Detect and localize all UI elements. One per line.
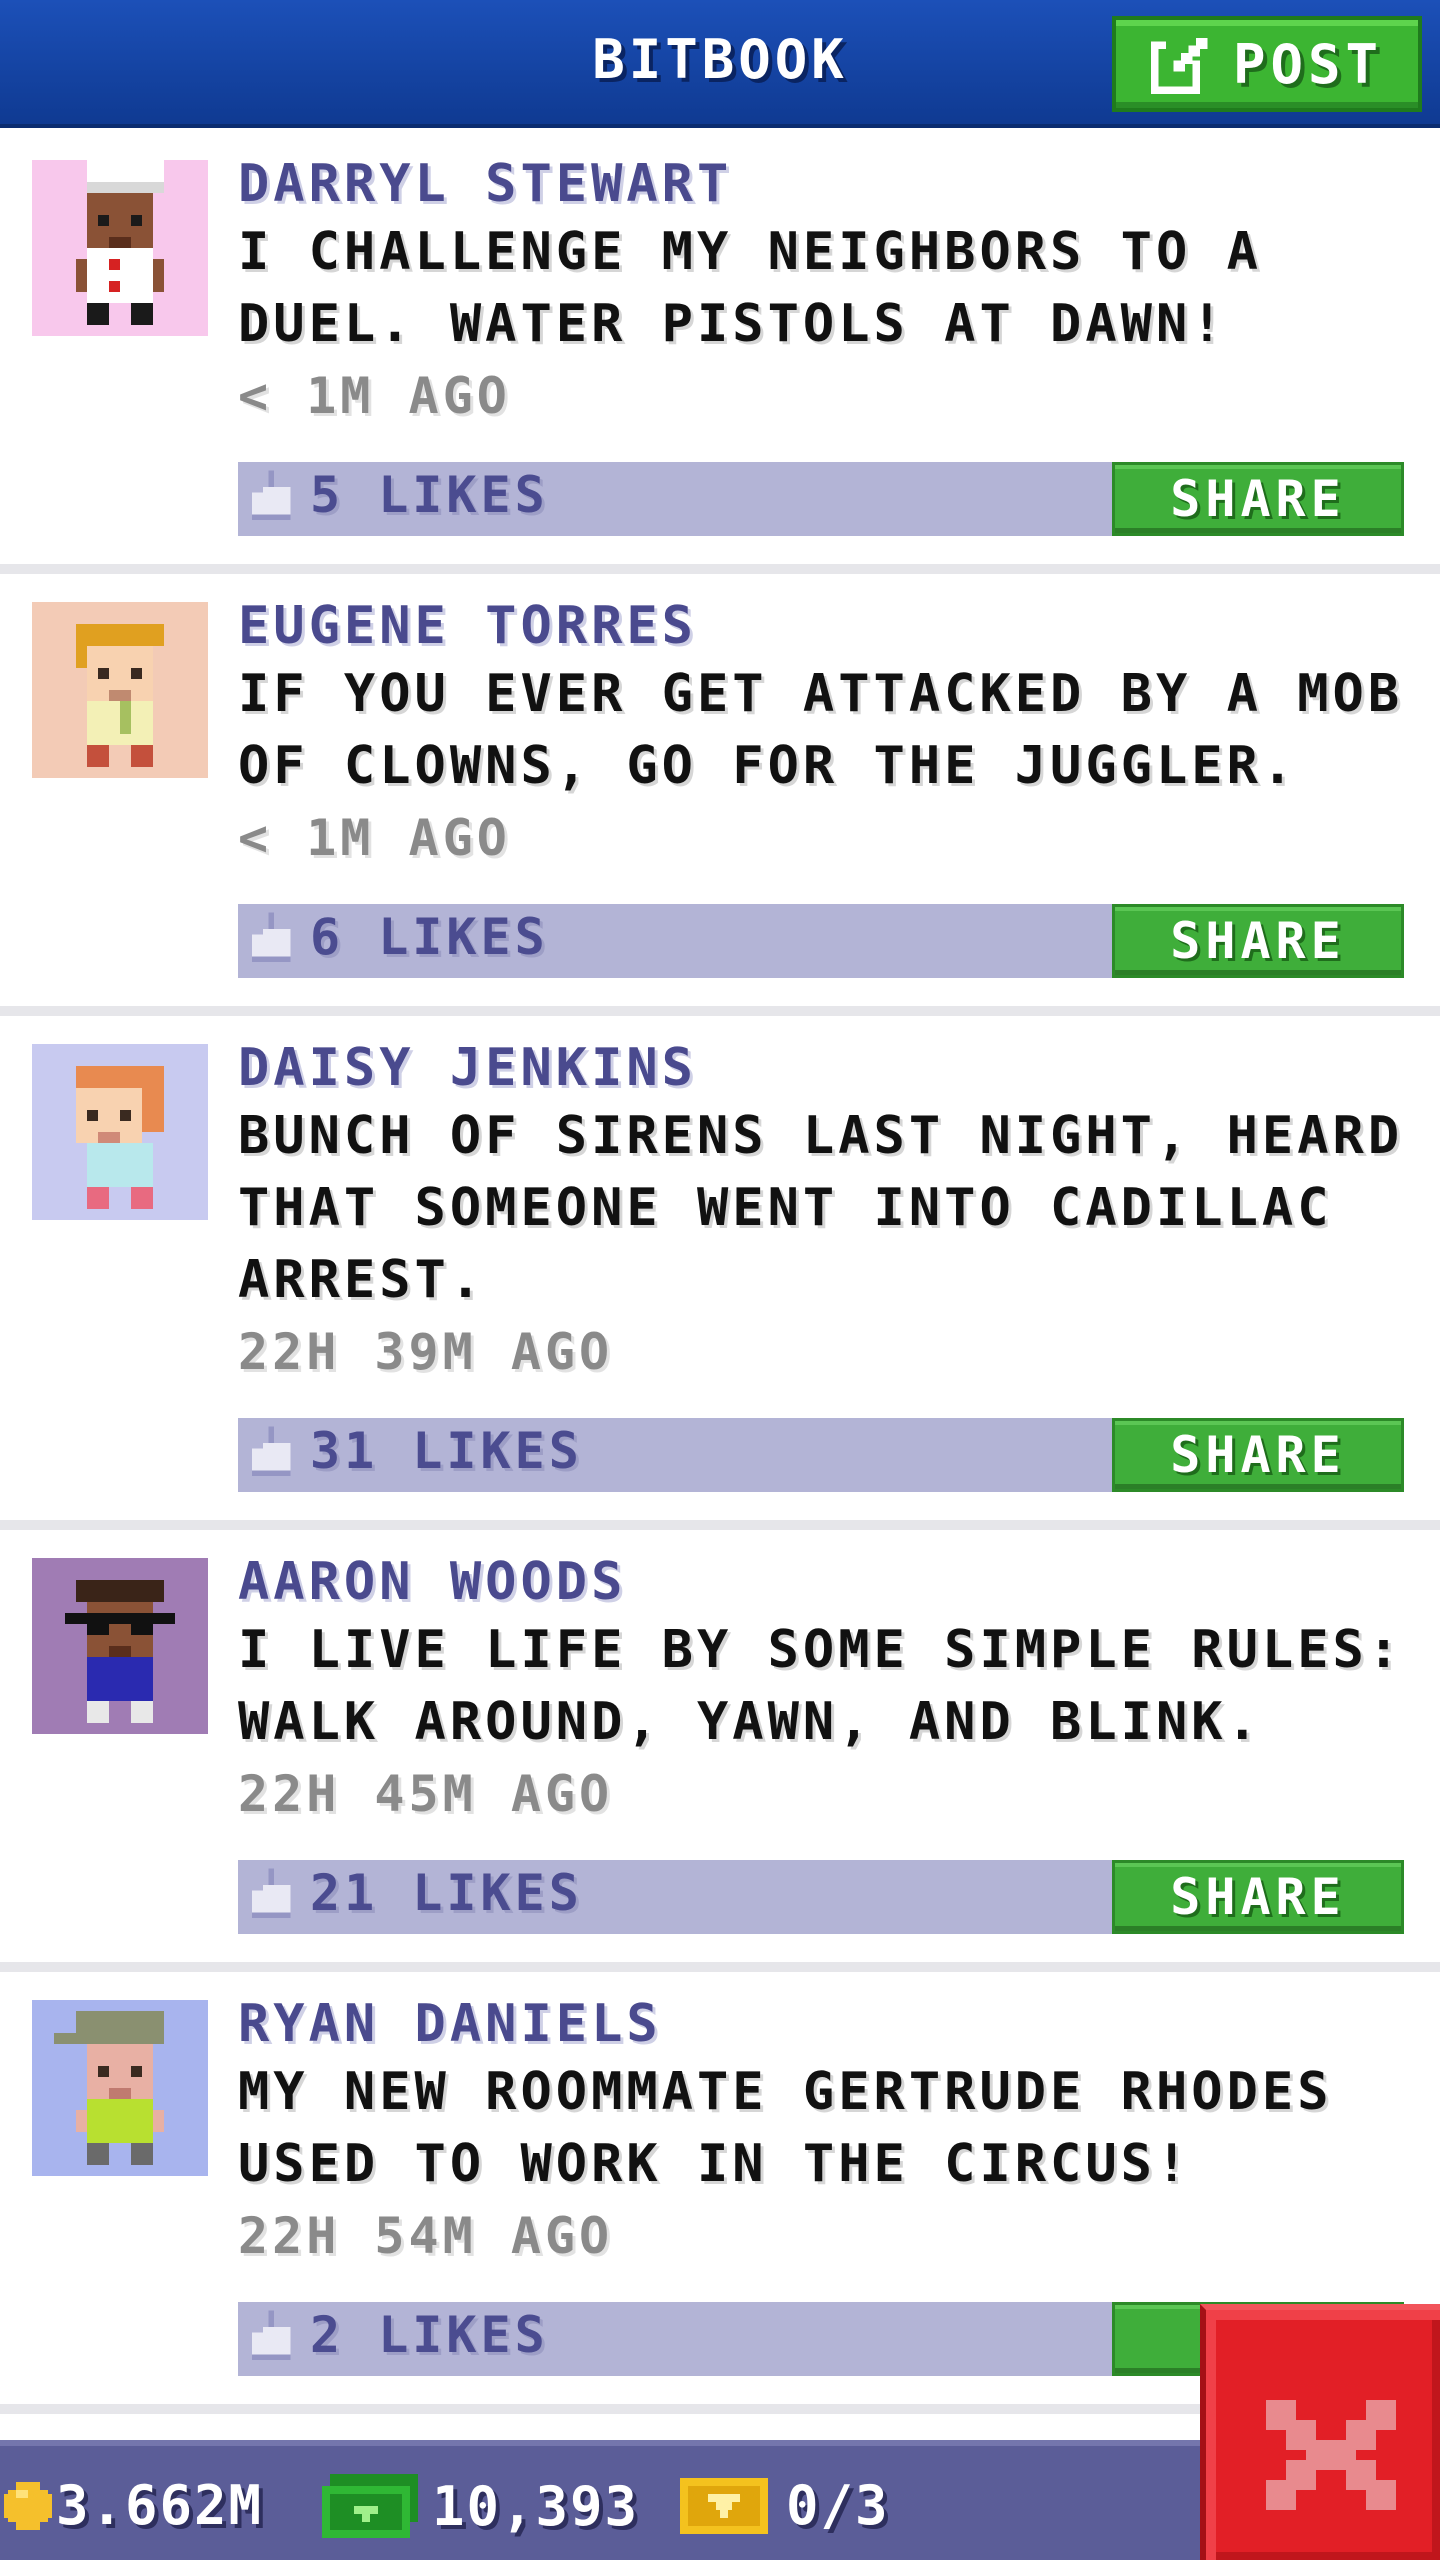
thumbs-up-icon xyxy=(252,1868,291,1918)
post-action-bar: 6 LIKES SHARE xyxy=(238,904,1404,978)
post-action-bar: 5 LIKES SHARE xyxy=(238,462,1404,536)
share-button[interactable]: SHARE xyxy=(1112,1860,1404,1934)
likes-button[interactable]: 6 LIKES xyxy=(252,908,549,966)
post-timestamp: < 1M AGO xyxy=(238,367,511,425)
likes-button[interactable]: 21 LIKES xyxy=(252,1864,583,1922)
share-button[interactable]: SHARE xyxy=(1112,462,1404,536)
header-bar: BITBOOK POST xyxy=(0,0,1440,128)
feed-post: DAISY JENKINS BUNCH OF SIRENS LAST NIGHT… xyxy=(0,1016,1440,1530)
feed-post: EUGENE TORRES IF YOU EVER GET ATTACKED B… xyxy=(0,574,1440,1016)
post-author[interactable]: DARRYL STEWART xyxy=(238,152,1404,216)
likes-button[interactable]: 5 LIKES xyxy=(252,466,549,524)
post-timestamp: < 1M AGO xyxy=(238,809,511,867)
redhead-woman-avatar-icon xyxy=(32,1044,208,1220)
cap-man-avatar-icon xyxy=(32,2000,208,2176)
post-button-label: POST xyxy=(1232,32,1384,96)
post-button[interactable]: POST xyxy=(1112,16,1422,112)
post-action-bar: 21 LIKES SHARE xyxy=(238,1860,1404,1934)
coins-value: 3.662M xyxy=(56,2474,264,2537)
avatar xyxy=(32,160,208,336)
avatar xyxy=(32,2000,208,2176)
vip-ticket-icon xyxy=(680,2477,768,2534)
post-action-bar: 31 LIKES SHARE xyxy=(238,1418,1404,1492)
post-text: MY NEW ROOMMATE GERTRUDE RHODES USED TO … xyxy=(238,2062,1333,2194)
close-icon xyxy=(1266,2400,1396,2510)
bux-cash-icon xyxy=(322,2474,418,2538)
post-author[interactable]: RYAN DANIELS xyxy=(238,1992,1404,2056)
likes-count: 2 LIKES xyxy=(310,2306,549,2364)
coins-counter[interactable]: 3.662M xyxy=(4,2474,263,2537)
bux-value: 10,393 xyxy=(432,2474,640,2538)
compose-icon xyxy=(1150,37,1211,94)
likes-count: 21 LIKES xyxy=(310,1864,583,1922)
thumbs-up-icon xyxy=(252,2310,291,2360)
likes-button[interactable]: 31 LIKES xyxy=(252,1422,583,1480)
avatar xyxy=(32,602,208,778)
share-button[interactable]: SHARE xyxy=(1112,904,1404,978)
thumbs-up-icon xyxy=(252,1426,291,1476)
bux-counter[interactable]: 10,393 xyxy=(322,2474,639,2538)
close-button[interactable] xyxy=(1200,2304,1440,2560)
thumbs-up-icon xyxy=(252,470,291,520)
blonde-man-avatar-icon xyxy=(32,602,208,778)
post-text: IF YOU EVER GET ATTACKED BY A MOB OF CLO… xyxy=(238,664,1404,796)
share-button[interactable]: SHARE xyxy=(1112,1418,1404,1492)
post-author[interactable]: DAISY JENKINS xyxy=(238,1036,1404,1100)
coin-icon xyxy=(4,2481,52,2530)
chef-avatar-icon xyxy=(32,160,208,336)
glasses-man-avatar-icon xyxy=(32,1558,208,1734)
avatar xyxy=(32,1558,208,1734)
post-text: I CHALLENGE MY NEIGHBORS TO A DUEL. WATE… xyxy=(238,222,1262,354)
news-feed[interactable]: DARRYL STEWART I CHALLENGE MY NEIGHBORS … xyxy=(0,132,1440,2414)
feed-post: DARRYL STEWART I CHALLENGE MY NEIGHBORS … xyxy=(0,132,1440,574)
avatar xyxy=(32,1044,208,1220)
post-author[interactable]: AARON WOODS xyxy=(238,1550,1404,1614)
post-timestamp: 22H 39M AGO xyxy=(238,1323,614,1381)
likes-button[interactable]: 2 LIKES xyxy=(252,2306,549,2364)
likes-count: 5 LIKES xyxy=(310,466,549,524)
tickets-counter[interactable]: 0/3 xyxy=(680,2474,890,2537)
thumbs-up-icon xyxy=(252,912,291,962)
feed-post: AARON WOODS I LIVE LIFE BY SOME SIMPLE R… xyxy=(0,1530,1440,1972)
likes-count: 6 LIKES xyxy=(310,908,549,966)
tickets-value: 0/3 xyxy=(786,2474,890,2537)
post-timestamp: 22H 54M AGO xyxy=(238,2207,614,2265)
post-text: BUNCH OF SIRENS LAST NIGHT, HEARD THAT S… xyxy=(238,1106,1404,1310)
post-text: I LIVE LIFE BY SOME SIMPLE RULES: WALK A… xyxy=(238,1620,1404,1752)
post-timestamp: 22H 45M AGO xyxy=(238,1765,614,1823)
likes-count: 31 LIKES xyxy=(310,1422,583,1480)
post-author[interactable]: EUGENE TORRES xyxy=(238,594,1404,658)
